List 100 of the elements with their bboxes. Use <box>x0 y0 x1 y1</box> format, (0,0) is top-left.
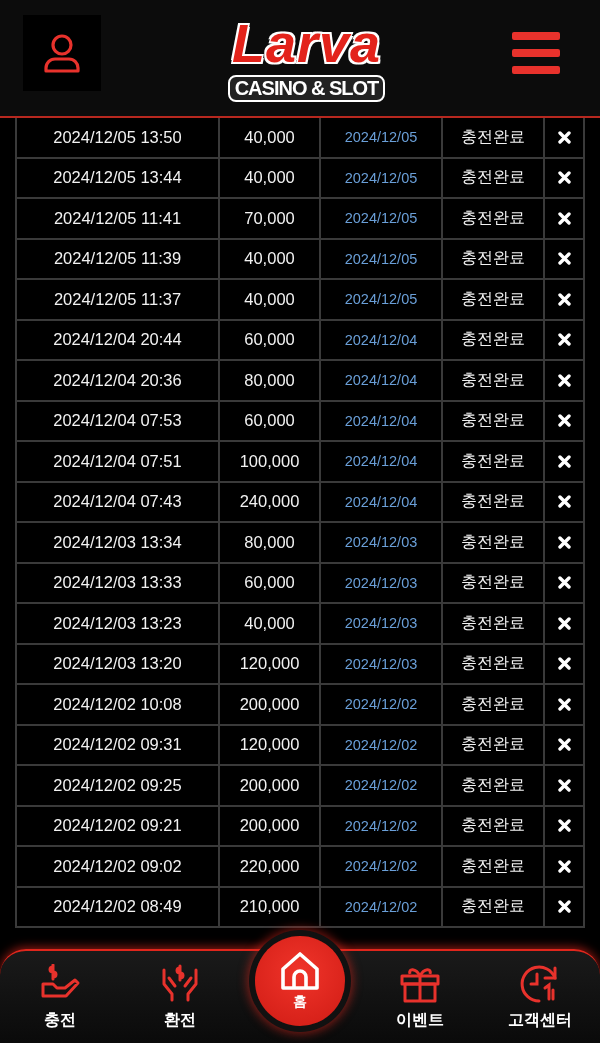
table-cell: 충전완료 <box>443 401 545 440</box>
table-cell: 충전완료 <box>443 685 545 724</box>
table-cell: 2024/12/02 <box>321 887 443 926</box>
table-cell: 60,000 <box>220 401 321 440</box>
close-icon <box>557 414 571 428</box>
table-cell: 40,000 <box>220 118 321 157</box>
table-cell: 충전완료 <box>443 199 545 238</box>
table-cell: 충전완료 <box>443 887 545 926</box>
table-cell: 충전완료 <box>443 847 545 886</box>
table-cell: 충전완료 <box>443 320 545 359</box>
table-cell: 200,000 <box>220 766 321 805</box>
close-icon <box>557 333 571 347</box>
table-cell: 2024/12/04 07:53 <box>17 401 220 440</box>
table-cell: 충전완료 <box>443 239 545 278</box>
nav-label: 고객센터 <box>508 1009 572 1031</box>
nav-item[interactable]: 충전 <box>0 963 120 1031</box>
table-cell: 2024/12/05 13:44 <box>17 158 220 197</box>
table-cell: 2024/12/05 11:39 <box>17 239 220 278</box>
table-cell: 2024/12/02 09:25 <box>17 766 220 805</box>
table-cell: 2024/12/02 <box>321 725 443 764</box>
table-cell: 2024/12/02 10:08 <box>17 685 220 724</box>
table-cell: 2024/12/05 13:50 <box>17 118 220 157</box>
table-cell: 210,000 <box>220 887 321 926</box>
table-cell: 2024/12/02 <box>321 685 443 724</box>
table-cell: 2024/12/03 <box>321 604 443 643</box>
nav-label: 홈 <box>293 993 307 1011</box>
table-cell: 충전완료 <box>443 604 545 643</box>
close-icon <box>557 252 571 266</box>
table-cell: 2024/12/03 <box>321 523 443 562</box>
nav-item[interactable]: 환전 <box>120 963 240 1031</box>
nav-item[interactable]: 고객센터 <box>480 963 600 1031</box>
table-cell: 2024/12/03 13:20 <box>17 644 220 683</box>
table-cell: 80,000 <box>220 361 321 400</box>
table-cell: 2024/12/02 09:02 <box>17 847 220 886</box>
table-cell: 40,000 <box>220 604 321 643</box>
table-cell: 120,000 <box>220 644 321 683</box>
table-cell: 70,000 <box>220 199 321 238</box>
close-icon <box>557 657 571 671</box>
table-cell: 충전완료 <box>443 482 545 521</box>
table-cell: 2024/12/03 <box>321 563 443 602</box>
menu-button[interactable] <box>512 32 560 74</box>
close-icon <box>557 778 571 792</box>
table-cell: 2024/12/05 11:37 <box>17 280 220 319</box>
table-cell: 충전완료 <box>443 361 545 400</box>
table-cell: 2024/12/05 <box>321 239 443 278</box>
close-icon <box>557 697 571 711</box>
close-icon <box>557 211 571 225</box>
table-cell: 80,000 <box>220 523 321 562</box>
table-cell: 120,000 <box>220 725 321 764</box>
close-icon <box>557 616 571 630</box>
table-cell: 충전완료 <box>443 766 545 805</box>
close-icon <box>557 859 571 873</box>
table-cell: 2024/12/02 09:31 <box>17 725 220 764</box>
table-cell: 2024/12/04 <box>321 482 443 521</box>
table-cell: 40,000 <box>220 239 321 278</box>
table-cell: 2024/12/03 13:34 <box>17 523 220 562</box>
nav-label: 충전 <box>44 1009 76 1031</box>
logo-title: Larva <box>231 12 382 73</box>
table-cell: 2024/12/04 20:44 <box>17 320 220 359</box>
table-cell: 200,000 <box>220 685 321 724</box>
table-cell: 2024/12/02 09:21 <box>17 806 220 845</box>
close-icon <box>557 535 571 549</box>
table-cell: 2024/12/03 13:23 <box>17 604 220 643</box>
table-cell: 200,000 <box>220 806 321 845</box>
table-cell: 60,000 <box>220 563 321 602</box>
table-cell: 충전완료 <box>443 442 545 481</box>
close-icon <box>557 576 571 590</box>
table-cell: 2024/12/04 07:43 <box>17 482 220 521</box>
close-icon <box>557 819 571 833</box>
table-cell: 60,000 <box>220 320 321 359</box>
table-cell: 충전완료 <box>443 118 545 157</box>
table-cell: 2024/12/05 11:41 <box>17 199 220 238</box>
table-cell: 2024/12/03 13:33 <box>17 563 220 602</box>
table-cell: 2024/12/02 <box>321 847 443 886</box>
table-cell: 2024/12/05 <box>321 280 443 319</box>
close-icon <box>557 495 571 509</box>
table-cell: 충전완료 <box>443 523 545 562</box>
table-cell: 240,000 <box>220 482 321 521</box>
table-cell: 220,000 <box>220 847 321 886</box>
table-cell: 충전완료 <box>443 725 545 764</box>
table-cell: 2024/12/04 20:36 <box>17 361 220 400</box>
table-cell: 40,000 <box>220 158 321 197</box>
menu-icon <box>512 32 560 74</box>
profile-button[interactable] <box>23 15 101 91</box>
nav-item[interactable]: 이벤트 <box>360 963 480 1031</box>
table-cell: 2024/12/04 <box>321 442 443 481</box>
table-cell: 2024/12/04 07:51 <box>17 442 220 481</box>
table-cell: 40,000 <box>220 280 321 319</box>
close-icon <box>557 454 571 468</box>
nav-label: 환전 <box>164 1009 196 1031</box>
close-icon <box>557 292 571 306</box>
table-cell: 2024/12/02 <box>321 806 443 845</box>
table-cell: 2024/12/04 <box>321 401 443 440</box>
close-icon <box>557 373 571 387</box>
close-icon <box>557 900 571 914</box>
table-cell: 2024/12/02 <box>321 766 443 805</box>
close-icon <box>557 171 571 185</box>
table-cell: 2024/12/04 <box>321 361 443 400</box>
table-cell: 2024/12/02 08:49 <box>17 887 220 926</box>
table-cell: 충전완료 <box>443 806 545 845</box>
